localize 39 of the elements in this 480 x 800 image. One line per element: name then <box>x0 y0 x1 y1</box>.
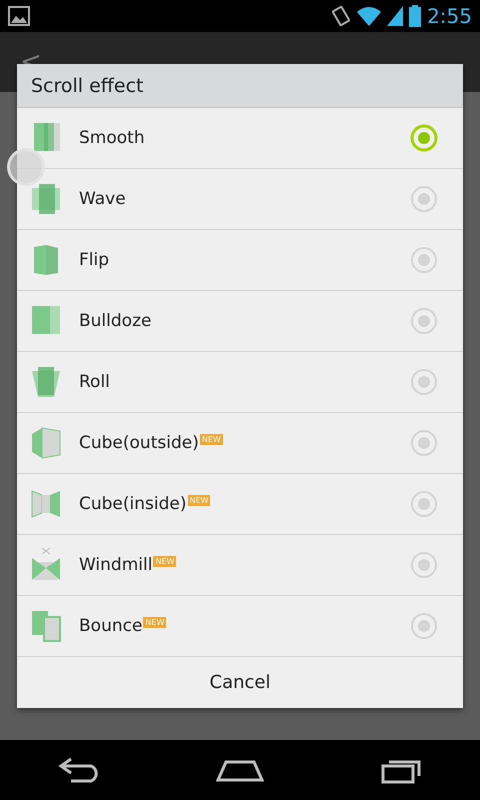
radio-button[interactable] <box>409 184 439 214</box>
radio-button[interactable] <box>409 489 439 519</box>
option-row[interactable]: Roll <box>17 352 463 413</box>
new-badge: NEW <box>143 616 166 628</box>
effect-icon <box>29 426 63 460</box>
option-label: Cube(outside) <box>79 433 199 453</box>
radio-button[interactable] <box>409 123 439 153</box>
radio-button[interactable] <box>409 306 439 336</box>
option-label: Cube(inside) <box>79 494 186 514</box>
option-label: Bounce <box>79 616 142 636</box>
option-label: Smooth <box>79 128 145 148</box>
effect-icon <box>29 609 63 643</box>
effect-icon <box>29 365 63 399</box>
radio-button[interactable] <box>409 550 439 580</box>
vibrate-icon <box>331 5 352 27</box>
radio-button[interactable] <box>409 367 439 397</box>
option-label: Roll <box>79 372 110 392</box>
dialog-title: Scroll effect <box>17 64 463 108</box>
effect-icon <box>29 182 63 216</box>
home-icon[interactable] <box>216 758 264 782</box>
cancel-button[interactable]: Cancel <box>17 657 463 708</box>
battery-icon <box>409 5 422 27</box>
new-badge: NEW <box>200 434 223 444</box>
new-badge: NEW <box>153 556 176 566</box>
effect-icon <box>29 548 63 582</box>
radio-button[interactable] <box>409 245 439 275</box>
option-row[interactable]: Flip <box>17 230 463 291</box>
option-label: Bulldoze <box>79 311 152 331</box>
signal-icon <box>387 6 404 26</box>
option-label: Wave <box>79 189 126 209</box>
option-label: Windmill <box>79 555 152 575</box>
radio-button[interactable] <box>409 611 439 641</box>
option-label: Flip <box>79 250 110 270</box>
clock-time: 2:55 <box>427 4 472 28</box>
option-row[interactable]: Bulldoze <box>17 291 463 352</box>
new-badge: NEW <box>188 494 210 506</box>
wifi-icon <box>357 6 382 26</box>
radio-button[interactable] <box>409 428 439 458</box>
gallery-icon <box>8 6 30 26</box>
